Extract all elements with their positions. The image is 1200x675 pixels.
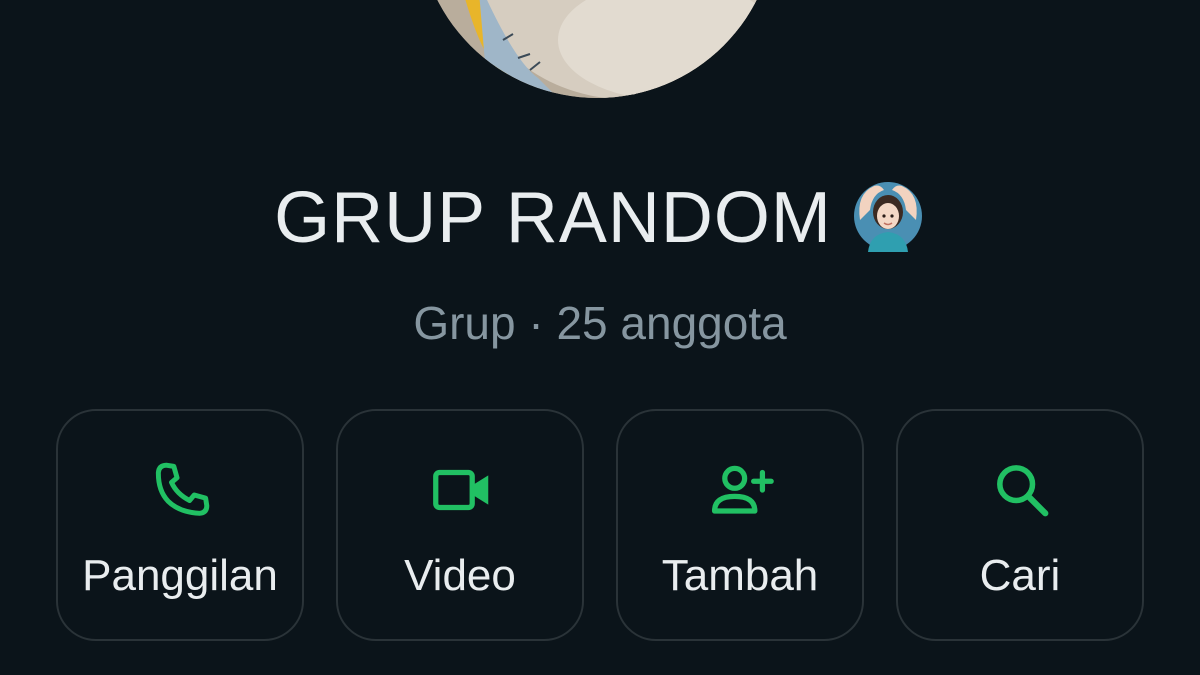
action-bar: Panggilan Video Tambah Cari	[56, 409, 1146, 641]
video-call-button[interactable]: Video	[336, 409, 584, 641]
search-button-label: Cari	[979, 551, 1061, 600]
video-camera-icon	[433, 469, 489, 511]
group-name-text: GRUP RANDOM	[274, 178, 832, 258]
group-avatar[interactable]	[418, 0, 776, 98]
group-meta: Grup · 25 anggota	[413, 297, 787, 349]
add-person-icon	[711, 465, 774, 514]
avatar-photo	[418, 0, 776, 98]
search-icon	[997, 465, 1049, 517]
person-gesturing-ok-emoji-icon	[853, 182, 922, 252]
add-member-button-label: Tambah	[661, 551, 819, 600]
search-button[interactable]: Cari	[896, 409, 1144, 641]
add-member-button[interactable]: Tambah	[616, 409, 864, 641]
video-call-button-label: Video	[404, 551, 516, 600]
call-button-label: Panggilan	[82, 551, 278, 600]
call-button[interactable]: Panggilan	[56, 409, 304, 641]
phone-icon	[155, 462, 210, 516]
group-name: GRUP RANDOM	[0, 176, 1200, 260]
